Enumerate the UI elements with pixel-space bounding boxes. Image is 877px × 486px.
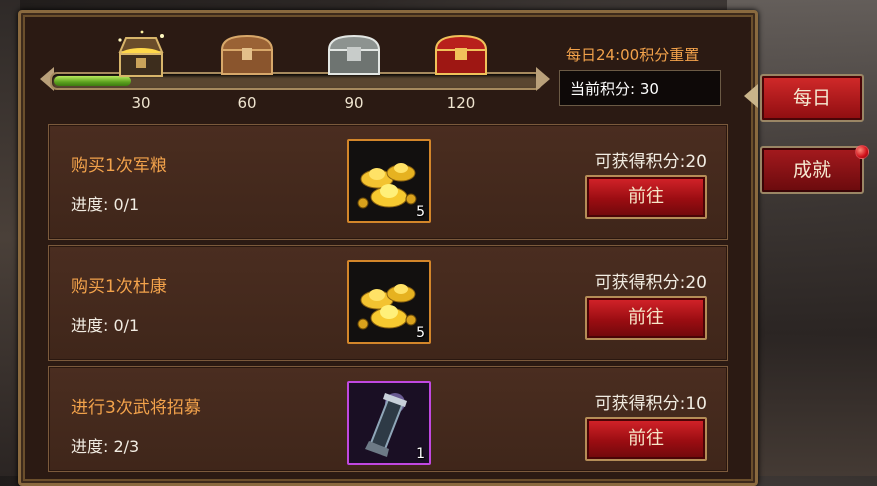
task-row: 进行3次武将招募 进度: 2/3 1 可获得积分:10 前往 (48, 366, 728, 472)
reset-notice: 每日24:00积分重置 (566, 46, 700, 64)
milestone-label: 60 (237, 94, 257, 112)
gold-chest-open-icon[interactable] (112, 30, 170, 80)
reward-slot[interactable]: 1 (347, 381, 431, 465)
task-title: 购买1次杜康 (71, 277, 167, 297)
current-score-box: 当前积分: 30 (559, 70, 721, 106)
wooden-chest-icon[interactable] (218, 30, 276, 80)
reward-slot[interactable]: 5 (347, 139, 431, 223)
milestone-label: 30 (131, 94, 151, 112)
milestone-label: 120 (446, 94, 476, 112)
task-progress: 进度: 2/3 (71, 437, 140, 456)
go-button[interactable]: 前往 (585, 296, 707, 340)
tab-achievement[interactable]: 成就 (760, 146, 864, 194)
task-points: 可获得积分:20 (594, 152, 707, 172)
track-right-cap-icon (536, 67, 550, 91)
go-button[interactable]: 前往 (585, 417, 707, 461)
reward-count: 5 (416, 325, 425, 341)
task-title: 购买1次军粮 (71, 156, 167, 176)
silver-chest-icon[interactable] (325, 30, 383, 80)
milestone-label: 90 (344, 94, 364, 112)
score-value: 30 (639, 80, 659, 98)
task-points: 可获得积分:20 (594, 273, 707, 293)
go-button[interactable]: 前往 (585, 175, 707, 219)
background-edge (0, 0, 20, 476)
task-row: 购买1次军粮 进度: 0/1 5 可获得积分:20 前往 (48, 124, 728, 240)
task-title: 进行3次武将招募 (71, 398, 201, 418)
reward-count: 1 (416, 446, 425, 462)
notification-dot-icon (855, 145, 869, 159)
tab-daily[interactable]: 每日 (760, 74, 864, 122)
reward-slot[interactable]: 5 (347, 260, 431, 344)
red-chest-icon[interactable] (432, 30, 490, 80)
task-row: 购买1次杜康 进度: 0/1 5 可获得积分:20 前往 (48, 245, 728, 361)
task-points: 可获得积分:10 (594, 394, 707, 414)
reward-count: 5 (416, 204, 425, 220)
task-progress: 进度: 0/1 (71, 316, 140, 335)
task-progress: 进度: 0/1 (71, 195, 140, 214)
active-tab-pointer-icon (744, 84, 758, 108)
score-label: 当前积分: (570, 80, 636, 98)
